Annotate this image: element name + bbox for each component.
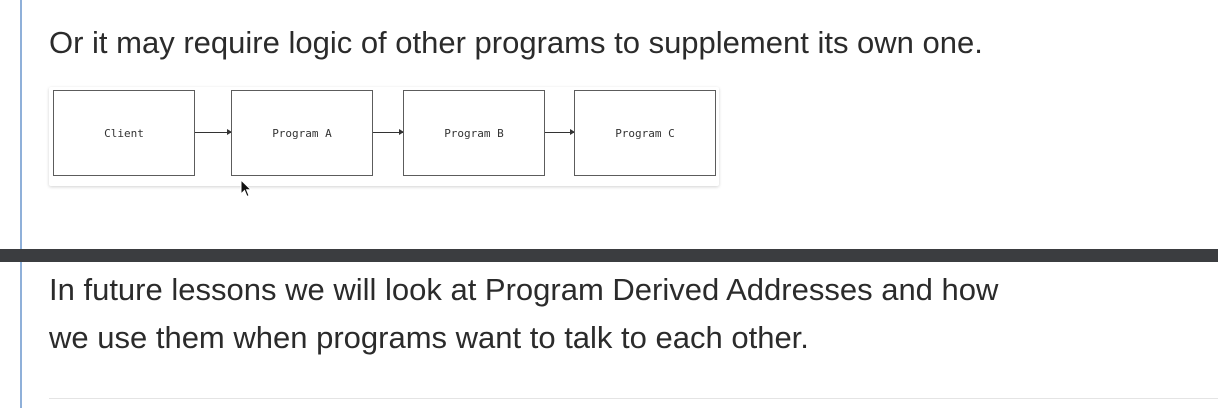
paragraph-top: Or it may require logic of other program… [49, 25, 983, 60]
mouse-pointer-icon [240, 179, 252, 198]
paragraph-bottom-line-2: we use them when programs want to talk t… [49, 320, 809, 355]
diagram-node-program-a: Program A [231, 90, 373, 176]
diagram-node-client: Client [53, 90, 195, 176]
paragraph-bottom: In future lessons we will look at Progra… [49, 266, 998, 362]
diagram-node-program-b: Program B [403, 90, 545, 176]
lesson-page: Or it may require logic of other program… [0, 0, 1218, 408]
arrow-right-icon [545, 129, 575, 135]
diagram-node-program-c: Program C [574, 90, 716, 176]
bottom-divider [49, 398, 1218, 399]
program-flow-diagram: Client Program A Program B Program C [49, 87, 719, 186]
section-divider [0, 249, 1218, 262]
paragraph-bottom-line-1: In future lessons we will look at Progra… [49, 272, 999, 307]
arrow-right-icon [373, 129, 404, 135]
arrow-right-icon [195, 129, 232, 135]
left-accent-rule [20, 0, 22, 408]
